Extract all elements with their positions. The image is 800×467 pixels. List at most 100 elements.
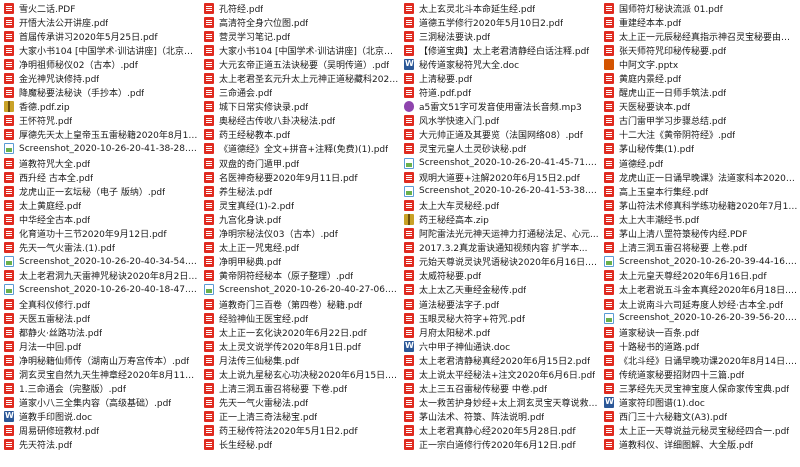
file-item[interactable]: 先天一气火雷法.(1).pdf bbox=[0, 241, 200, 255]
file-item[interactable]: 奥秘经古传收八卦决秘法.pdf bbox=[200, 114, 400, 128]
file-item[interactable]: 三命通会.pdf bbox=[200, 86, 400, 100]
file-item[interactable]: 净明秘籍仙师传（湖南山万寿宫传本）.pdf bbox=[0, 353, 200, 367]
file-item[interactable]: 上清秘要.pdf bbox=[400, 71, 600, 85]
file-item[interactable]: 三洞秘法要诀.pdf bbox=[400, 29, 600, 43]
file-item[interactable]: 太上老君说五斗金本真经2020年6月18日.pdf bbox=[600, 283, 800, 297]
file-item[interactable]: 名医神奇秘要2020年9月11日.pdf bbox=[200, 170, 400, 184]
file-item[interactable]: 先天一气火雷秘法.pdf bbox=[200, 396, 400, 410]
file-item[interactable]: 传统道家秘要招财四十三篇.pdf bbox=[600, 367, 800, 381]
file-item[interactable]: 九宫化身诀.pdf bbox=[200, 212, 400, 226]
file-item[interactable]: 阿陀雷法光元神天运神力打通秘法足、心元... bbox=[400, 227, 600, 241]
file-item[interactable]: 高上玉皇本行集经.pdf bbox=[600, 184, 800, 198]
file-item[interactable]: Screenshot_2020-10-26-20-41-45-71.png bbox=[400, 156, 600, 170]
file-item[interactable]: 太上老君圣玄元升太上元神正道秘藏科2020年5... bbox=[200, 71, 400, 85]
file-item[interactable]: 城下日常实修诀录.pdf bbox=[200, 100, 400, 114]
file-item[interactable]: 经验神仙王医宝经.pdf bbox=[200, 311, 400, 325]
file-item[interactable]: 太上大车灵秘经.pdf bbox=[400, 198, 600, 212]
file-item[interactable]: 药王经秘教本.pdf bbox=[200, 128, 400, 142]
file-item[interactable]: 长生经秘.pdf bbox=[200, 438, 400, 452]
file-item[interactable]: 太上老君清静秘真经2020年6月15日2.pdf bbox=[400, 353, 600, 367]
file-item[interactable]: 茅山秘传集(1).pdf bbox=[600, 142, 800, 156]
file-item[interactable]: 先天符法.pdf bbox=[0, 438, 200, 452]
file-item[interactable]: 十二大注《黄帝阴符经》.pdf bbox=[600, 128, 800, 142]
file-item[interactable]: 化育道功十三节2020年9月12日.pdf bbox=[0, 227, 200, 241]
file-item[interactable]: 太上老君真静心经2020年5月28日.pdf bbox=[400, 424, 600, 438]
file-item[interactable]: 道家符印图谱(1).doc bbox=[600, 396, 800, 410]
file-item[interactable]: 太上说南斗六司延寿度人妙经·古本全.pdf bbox=[600, 297, 800, 311]
file-item[interactable]: 太上玄灵北斗本命延生经.pdf bbox=[400, 1, 600, 15]
file-item[interactable]: 龙虎山正一玄坛秘（电子 版纳）.pdf bbox=[0, 184, 200, 198]
file-item[interactable]: 茅山符法术修真科学练功秘籍2020年7月18日.... bbox=[600, 198, 800, 212]
file-item[interactable]: 太上黄庭经.pdf bbox=[0, 198, 200, 212]
file-item[interactable]: 正一宗白道修行传2020年6月12日.pdf bbox=[400, 438, 600, 452]
file-item[interactable]: 张天师符咒印秘传秘要.pdf bbox=[600, 43, 800, 57]
file-item[interactable]: 大元玄帝正道五法诀秘要（吴明传道）.pdf bbox=[200, 57, 400, 71]
file-item[interactable]: 上清三洞五雷召将秘要 上卷.pdf bbox=[600, 241, 800, 255]
file-item[interactable]: 太上正一元辰秘经真指示神召灵宝秘要由法经... bbox=[600, 29, 800, 43]
file-item[interactable]: Screenshot_2020-10-26-20-39-44-16.png bbox=[600, 255, 800, 269]
file-item[interactable]: 黄庭内景经.pdf bbox=[600, 71, 800, 85]
file-item[interactable]: Screenshot_2020-10-26-20-40-18-47.png bbox=[0, 283, 200, 297]
file-item[interactable]: 太上说太平经秘法+注文2020年6月6日.pdf bbox=[400, 367, 600, 381]
file-item[interactable]: 孔符经.pdf bbox=[200, 1, 400, 15]
file-item[interactable]: Screenshot_2020-10-26-20-41-38-28.png bbox=[0, 142, 200, 156]
file-item[interactable]: 营灵学习笔记.pdf bbox=[200, 29, 400, 43]
file-item[interactable]: 西升经 古本全.pdf bbox=[0, 170, 200, 184]
file-item[interactable]: 道家秘诀一百条.pdf bbox=[600, 325, 800, 339]
file-item[interactable]: 太上正一天尊说益元秘灵宝秘经四合一.pdf bbox=[600, 424, 800, 438]
file-item[interactable]: 观明大道要+注解2020年6月15日2.pdf bbox=[400, 170, 600, 184]
file-item[interactable]: 太上太乙天重经金秘传.pdf bbox=[400, 283, 600, 297]
file-item[interactable]: 道教科仪、详细图解、大全版.pdf bbox=[600, 438, 800, 452]
file-item[interactable]: 太威符秘要.pdf bbox=[400, 269, 600, 283]
file-item[interactable]: Screenshot_2020-10-26-20-40-27-06.png bbox=[200, 283, 400, 297]
file-item[interactable]: 国师符灯秘诀流派 01.pdf bbox=[600, 1, 800, 15]
file-item[interactable]: 【修道宝典】太上老君清静经白话注释.pdf bbox=[400, 43, 600, 57]
file-item[interactable]: 玉眼灵秘大符字+符咒.pdf bbox=[400, 311, 600, 325]
file-item[interactable]: 道法秘要法字子.pdf bbox=[400, 297, 600, 311]
file-item[interactable]: 大家小书104 [中国学术·训诂讲座]（北京出版... bbox=[0, 43, 200, 57]
file-item[interactable]: 雪火二话.PDF bbox=[0, 1, 200, 15]
file-item[interactable]: 道德五学修行2020年5月10日2.pdf bbox=[400, 15, 600, 29]
file-item[interactable]: 天医秘要诀本.pdf bbox=[600, 100, 800, 114]
file-item[interactable]: 净明祖师秘仪02（古本）.pdf bbox=[0, 57, 200, 71]
file-item[interactable]: 太上老君洞九天雷神咒秘诀2020年8月2日.p... bbox=[0, 269, 200, 283]
file-item[interactable]: 大元帅正道及其要览（法国网络08）.pdf bbox=[400, 128, 600, 142]
file-item[interactable]: 茅山上清八罡符箓秘传内经.PDF bbox=[600, 227, 800, 241]
file-item[interactable]: 灵宝元皇人土灵砂诀秘.pdf bbox=[400, 142, 600, 156]
file-item[interactable]: Screenshot_2020-10-26-20-41-53-38.png bbox=[400, 184, 600, 198]
file-item[interactable]: 洞玄灵宝自然九天生神章经2020年8月11日.pdf bbox=[0, 367, 200, 381]
file-item[interactable]: 开悟大法公开讲座.pdf bbox=[0, 15, 200, 29]
file-item[interactable]: 降魔秘要法秘诀（手抄本）.pdf bbox=[0, 86, 200, 100]
file-item[interactable]: 西门三十六秘籍文(A3).pdf bbox=[600, 410, 800, 424]
file-item[interactable]: 醒虎山正一日师手筑法.pdf bbox=[600, 86, 800, 100]
file-item[interactable]: 道教奇门三百卷（第四卷）秘籍.pdf bbox=[200, 297, 400, 311]
file-item[interactable]: 金光神咒诀修持.pdf bbox=[0, 71, 200, 85]
file-item[interactable]: 中阿文字.pptx bbox=[600, 57, 800, 71]
file-item[interactable]: 全真科仪修行.pdf bbox=[0, 297, 200, 311]
file-item[interactable]: 风水学快速入门.pdf bbox=[400, 114, 600, 128]
file-item[interactable]: 太上三五召雷秘传秘要 中卷.pdf bbox=[400, 382, 600, 396]
file-item[interactable]: 太一救苦护身妙经+太上洞玄灵宝天尊说救苦... bbox=[400, 396, 600, 410]
file-item[interactable]: 太上正一玄化诀2020年6月22日.pdf bbox=[200, 325, 400, 339]
file-item[interactable]: 药王秘传符法2020年5月1日2.pdf bbox=[200, 424, 400, 438]
file-item[interactable]: 1.三命通会（完整版）.pdf bbox=[0, 382, 200, 396]
file-item[interactable]: 净明甲秘典.pdf bbox=[200, 255, 400, 269]
file-item[interactable]: 首届传承讲习2020年5月25日.pdf bbox=[0, 29, 200, 43]
file-item[interactable]: 道家小八三全集内容（高级基础）.pdf bbox=[0, 396, 200, 410]
file-item[interactable]: 古门雷甲学习步骤总结.pdf bbox=[600, 114, 800, 128]
file-item[interactable]: 双盘的奇门遁甲.pdf bbox=[200, 156, 400, 170]
file-item[interactable]: 灵宝真经(1)-2.pdf bbox=[200, 198, 400, 212]
file-item[interactable]: 六中甲子神仙通诀.doc bbox=[400, 339, 600, 353]
file-item[interactable]: 大家小书104 [中国学术·训诂讲座]（北京出版... bbox=[200, 43, 400, 57]
file-item[interactable]: 太上说九星秘玄心功决秘2020年6月15日.pdf bbox=[200, 367, 400, 381]
file-item[interactable]: 《道德经》全文+拼音+注释(免费)(1).pdf bbox=[200, 142, 400, 156]
file-item[interactable]: 元始天尊说灵诀咒语秘诀2020年6月16日.pdf bbox=[400, 255, 600, 269]
file-item[interactable]: 十路秘书的道路.pdf bbox=[600, 339, 800, 353]
file-item[interactable]: 符道.pdf.pdf bbox=[400, 86, 600, 100]
file-item[interactable]: 三茅经先天灵宝神宝度人保命家传宝典.pdf bbox=[600, 382, 800, 396]
file-item[interactable]: Screenshot_2020-10-26-20-39-56-20.png bbox=[600, 311, 800, 325]
file-item[interactable]: 道教手印图说.doc bbox=[0, 410, 200, 424]
file-item[interactable]: 香德.pdf.zip bbox=[0, 100, 200, 114]
file-item[interactable]: a5雷文51字可发音使用雷法长音频.mp3 bbox=[400, 100, 600, 114]
file-item[interactable]: Screenshot_2020-10-26-20-40-34-54.png bbox=[0, 255, 200, 269]
